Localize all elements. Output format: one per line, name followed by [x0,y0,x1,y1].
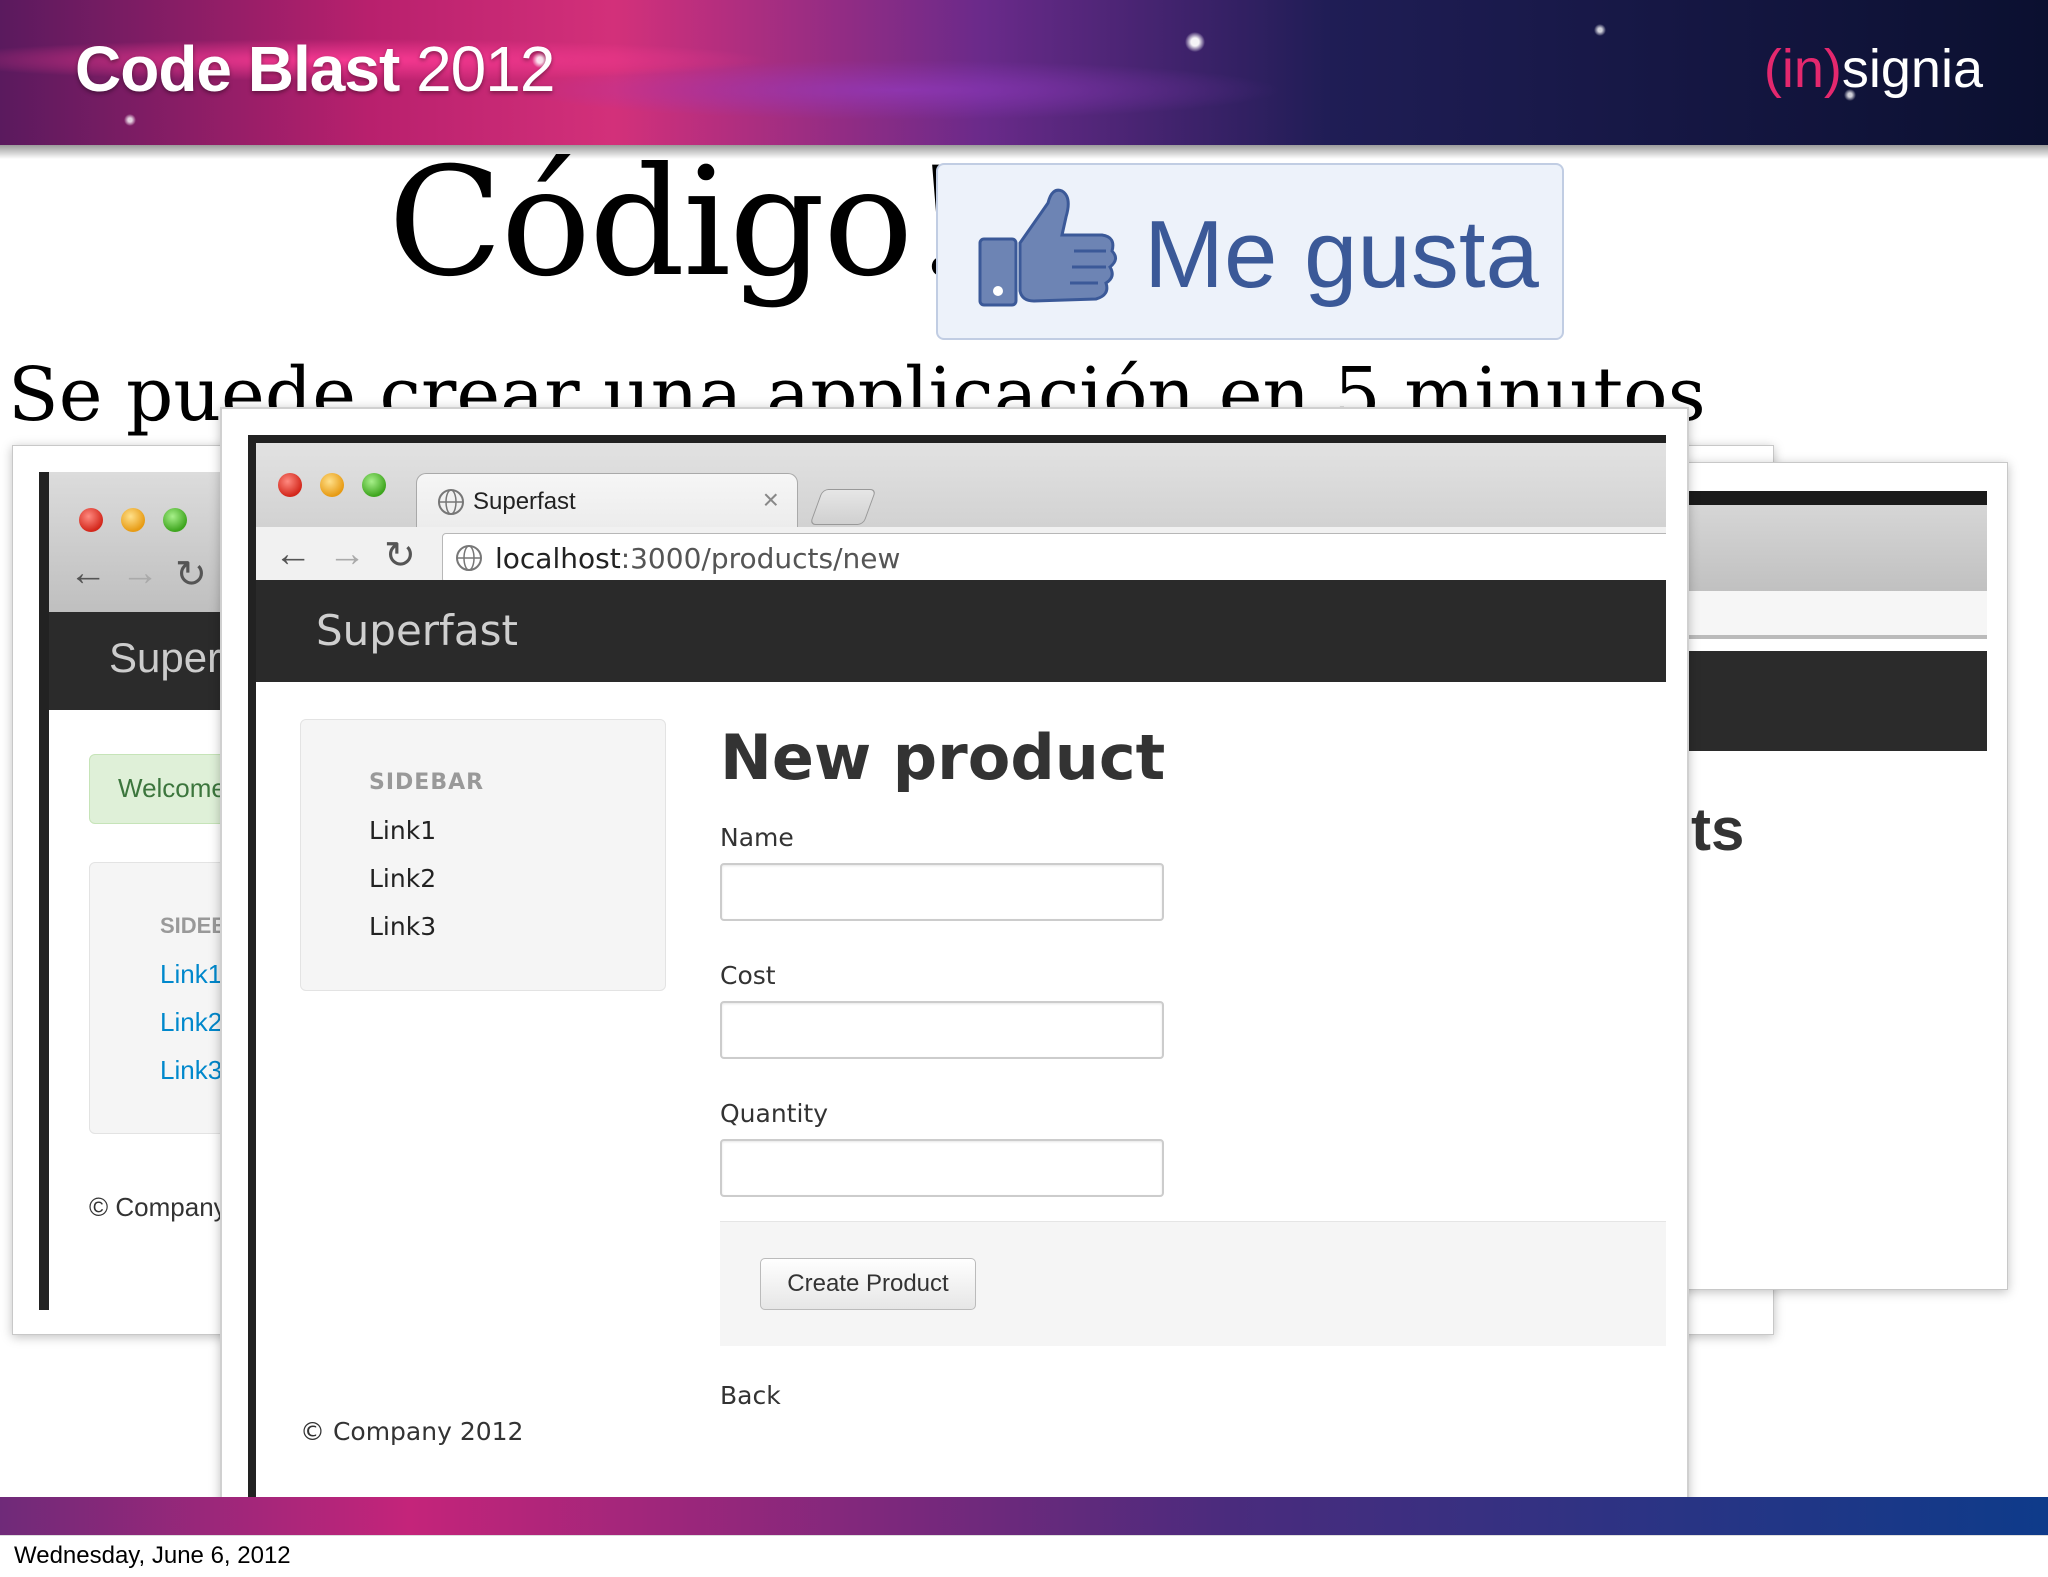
app-brand[interactable]: Superfast [316,606,518,655]
globe-icon [456,545,482,571]
sidebar-panel: SIDEBAR Link1 Link2 Link3 [300,719,666,991]
front-browser-window: Superfast × ← → ↻ localhost:3000/product… [220,407,1689,1541]
forward-arrow-icon: → [121,552,159,594]
close-window-icon[interactable] [278,473,302,497]
url-host: localhost [495,542,621,575]
sidebar-header: SIDEB [160,913,228,938]
slide-title: Código! [388,136,972,310]
sidebar-link-1: Link1 [160,959,223,989]
logo-rest: signia [1841,39,1983,99]
front-window-content: Superfast × ← → ↻ localhost:3000/product… [248,435,1666,1515]
zoom-window-icon [163,508,187,532]
insignia-logo: (in)signia [1764,38,1983,100]
globe-icon [438,489,464,515]
sidebar-link-3[interactable]: Link3 [369,912,436,941]
create-product-button[interactable]: Create Product [760,1258,976,1310]
sidebar-link-3: Link3 [160,1055,223,1085]
forward-arrow-icon[interactable]: → [328,533,366,576]
quantity-label: Quantity [720,1099,829,1128]
tab-title: Superfast [473,488,576,515]
logo-paren: (in) [1763,39,1842,99]
zoom-window-icon[interactable] [362,473,386,497]
thumbs-up-icon [978,188,1117,307]
banner-shadow [0,145,2048,159]
minimize-window-icon [121,508,145,532]
like-badge: Me gusta [936,163,1564,340]
browser-tab[interactable]: Superfast × [416,473,798,528]
like-label: Me gusta [1144,201,1539,308]
form-actions: Create Product [720,1221,1666,1346]
name-input[interactable] [720,863,1164,921]
code-blast-logo: Code Blast 2012 [75,32,555,106]
close-window-icon [79,508,103,532]
minimize-window-icon[interactable] [320,473,344,497]
quantity-input[interactable] [720,1139,1164,1197]
navbar-brand: Superf [109,634,233,681]
slide-date: Wednesday, June 6, 2012 [14,1542,291,1569]
footer-text: © Company 2012 [300,1417,524,1446]
sidebar-link-1[interactable]: Link1 [369,816,436,845]
sidebar-link-2[interactable]: Link2 [369,864,436,893]
page-heading-fragment: ts [1691,796,1745,863]
reload-icon: ↻ [175,554,207,596]
address-bar[interactable]: localhost:3000/products/new [442,533,1666,583]
sidebar-header: SIDEBAR [369,770,485,795]
sidebar-link-2: Link2 [160,1007,223,1037]
slide-banner: Code Blast 2012 (in)signia [0,0,2048,145]
slide-date-bar [0,1535,2048,1577]
url-text: localhost:3000/products/new [495,542,900,575]
brand-name: Code Blast [75,33,400,105]
slide-bottom-bar [0,1497,2048,1535]
back-arrow-icon[interactable]: ← [274,533,312,576]
browser-toolbar: ← → ↻ localhost:3000/products/new [256,527,1666,588]
footer-text: © Company [89,1192,227,1222]
name-label: Name [720,823,794,852]
browser-chrome: Superfast × ← → ↻ localhost:3000/product… [256,435,1666,588]
app-navbar: Superfast [256,580,1666,682]
page-title: New product [720,721,1166,794]
back-arrow-icon: ← [69,552,107,594]
reload-icon[interactable]: ↻ [384,533,416,578]
new-tab-button[interactable] [809,489,877,525]
welcome-text: Welcome [118,773,226,803]
close-icon[interactable]: × [763,484,779,516]
url-path: :3000/products/new [620,542,901,575]
cost-label: Cost [720,961,776,990]
back-link[interactable]: Back [720,1381,781,1410]
brand-year: 2012 [416,33,555,105]
cost-input[interactable] [720,1001,1164,1059]
